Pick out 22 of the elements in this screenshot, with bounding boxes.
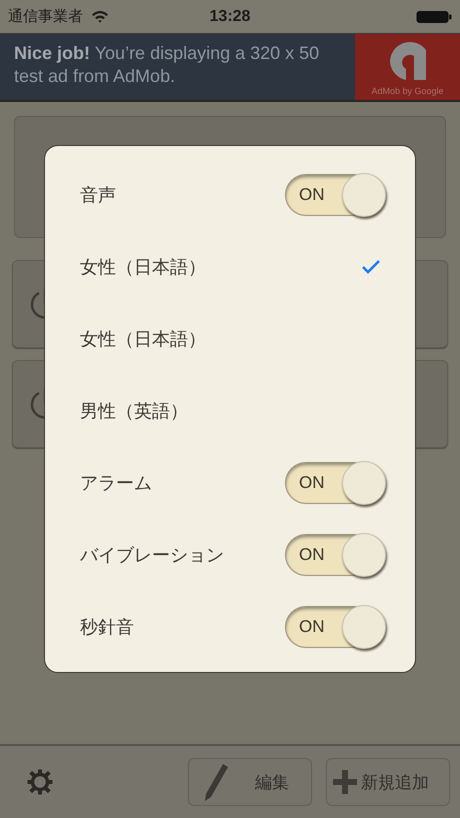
ad-banner[interactable]: Nice job! You’re displaying a 320 x 50 test ad from AdMob. AdMob by Google [0, 34, 460, 102]
battery-icon [416, 10, 452, 24]
voice-option[interactable]: 男性（英語） [80, 375, 385, 447]
ad-brand-text: AdMob by Google [371, 86, 444, 96]
voice-option[interactable]: 女性（日本語） [80, 231, 385, 303]
setting-label: 秒針音 [80, 616, 134, 639]
wifi-icon [91, 10, 109, 23]
toggle-switch[interactable]: ON [285, 534, 385, 576]
plus-icon [333, 770, 357, 794]
setting-label: アラーム [80, 472, 152, 495]
setting-label: 音声 [80, 184, 116, 207]
voice-option[interactable]: 女性（日本語） [80, 303, 385, 375]
settings-icon[interactable] [26, 768, 54, 796]
pencil-icon [203, 762, 229, 802]
setting-label: バイブレーション [80, 544, 224, 567]
toggle-switch[interactable]: ON [285, 462, 385, 504]
toggle-switch[interactable]: ON [285, 606, 385, 648]
checkmark-icon [361, 259, 381, 275]
toggle-switch[interactable]: ON [285, 174, 385, 216]
carrier-name: 通信事業者 [8, 7, 83, 26]
ad-message: Nice job! You’re displaying a 320 x 50 test ad from AdMob. [13, 42, 320, 88]
clock-time: 13:28 [210, 8, 250, 26]
